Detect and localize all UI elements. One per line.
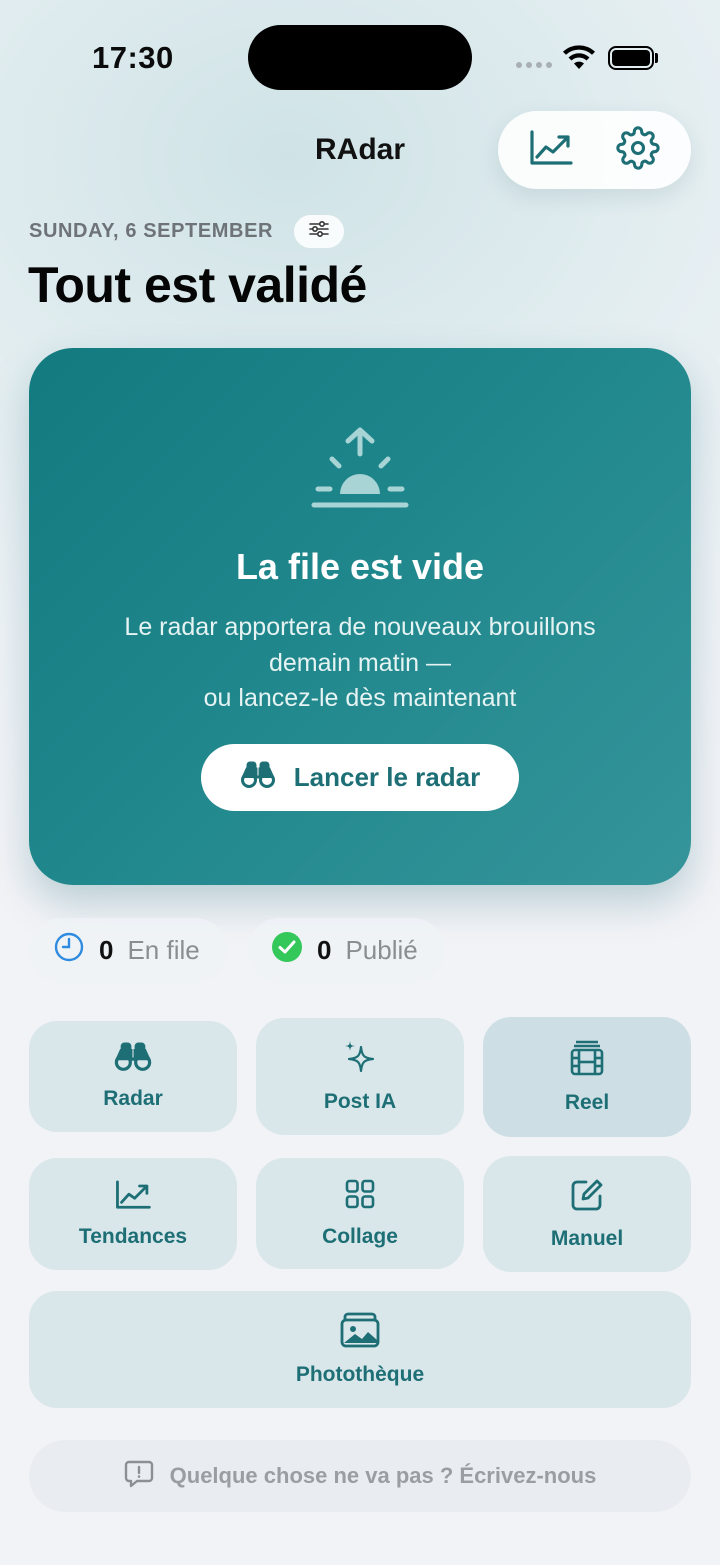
- sparkles-icon: [343, 1039, 377, 1080]
- tile-post-ia[interactable]: Post IA: [256, 1018, 464, 1135]
- tile-reel[interactable]: Reel: [483, 1017, 691, 1137]
- grid-icon: [344, 1178, 376, 1215]
- tile-manuel-label: Manuel: [550, 1226, 624, 1250]
- binoculars-icon: [113, 1042, 153, 1077]
- check-circle-icon: [271, 931, 303, 970]
- empty-description-line-3: ou lancez-le dès maintenant: [203, 684, 517, 712]
- date-label: SUNDAY, 6 SEPTEMBER: [29, 220, 274, 242]
- feedback-label: Quelque chose ne va pas ? Écrivez-nous: [169, 1463, 597, 1488]
- binoculars-icon: [240, 761, 276, 794]
- stat-published: 0 Publié: [247, 918, 445, 983]
- launch-radar-label: Lancer le radar: [293, 762, 481, 792]
- tile-tendances[interactable]: Tendances: [29, 1158, 237, 1270]
- gear-icon: [616, 125, 660, 175]
- empty-queue-card: La file est vide Le radar apportera de n…: [29, 348, 691, 885]
- empty-description-line-2: demain matin —: [268, 648, 452, 677]
- tile-manuel[interactable]: Manuel: [483, 1156, 691, 1272]
- cellular-signal-icon: [516, 62, 552, 68]
- wifi-icon: [562, 44, 596, 75]
- tile-radar[interactable]: Radar: [29, 1021, 237, 1132]
- empty-description: Le radar apportera de nouveaux brouillon…: [69, 610, 651, 717]
- clock-icon: [53, 931, 85, 970]
- stat-queued-label: En file: [127, 935, 200, 965]
- tile-collage-label: Collage: [322, 1225, 398, 1248]
- tile-tendances-label: Tendances: [78, 1224, 188, 1248]
- chart-trend-icon: [529, 129, 573, 171]
- sliders-icon: [308, 220, 330, 243]
- sunrise-icon: [29, 426, 691, 510]
- tile-collage[interactable]: Collage: [256, 1158, 464, 1269]
- stats-button[interactable]: [521, 120, 581, 180]
- film-icon: [570, 1040, 604, 1081]
- top-actions: [498, 111, 691, 189]
- stat-queued: 0 En file: [29, 918, 227, 983]
- edit-icon: [570, 1178, 604, 1217]
- stat-published-value: 0: [317, 935, 332, 965]
- tile-phototheque[interactable]: Photothèque: [29, 1291, 691, 1408]
- settings-button[interactable]: [608, 120, 668, 180]
- empty-description-line-1: Le radar apportera de nouveaux brouillon…: [124, 613, 596, 641]
- battery-icon: [608, 46, 654, 70]
- tile-post-ia-label: Post IA: [323, 1090, 397, 1113]
- feedback-button[interactable]: Quelque chose ne va pas ? Écrivez-nous: [29, 1440, 691, 1512]
- chart-trend-icon: [115, 1180, 151, 1215]
- stat-published-label: Publié: [345, 935, 418, 965]
- launch-radar-button[interactable]: Lancer le radar: [201, 744, 519, 811]
- filter-button[interactable]: [294, 215, 344, 248]
- empty-title: La file est vide: [235, 546, 485, 587]
- photos-icon: [339, 1312, 381, 1353]
- page-title: Tout est validé: [28, 257, 367, 313]
- stat-queued-value: 0: [99, 935, 114, 965]
- message-alert-icon: [124, 1459, 154, 1494]
- tile-reel-label: Reel: [564, 1090, 610, 1114]
- status-time: 17:30: [92, 40, 174, 75]
- battery-cap: [655, 53, 658, 63]
- tile-radar-label: Radar: [103, 1087, 163, 1110]
- tile-phototheque-label: Photothèque: [295, 1363, 425, 1386]
- dynamic-island: [248, 25, 472, 90]
